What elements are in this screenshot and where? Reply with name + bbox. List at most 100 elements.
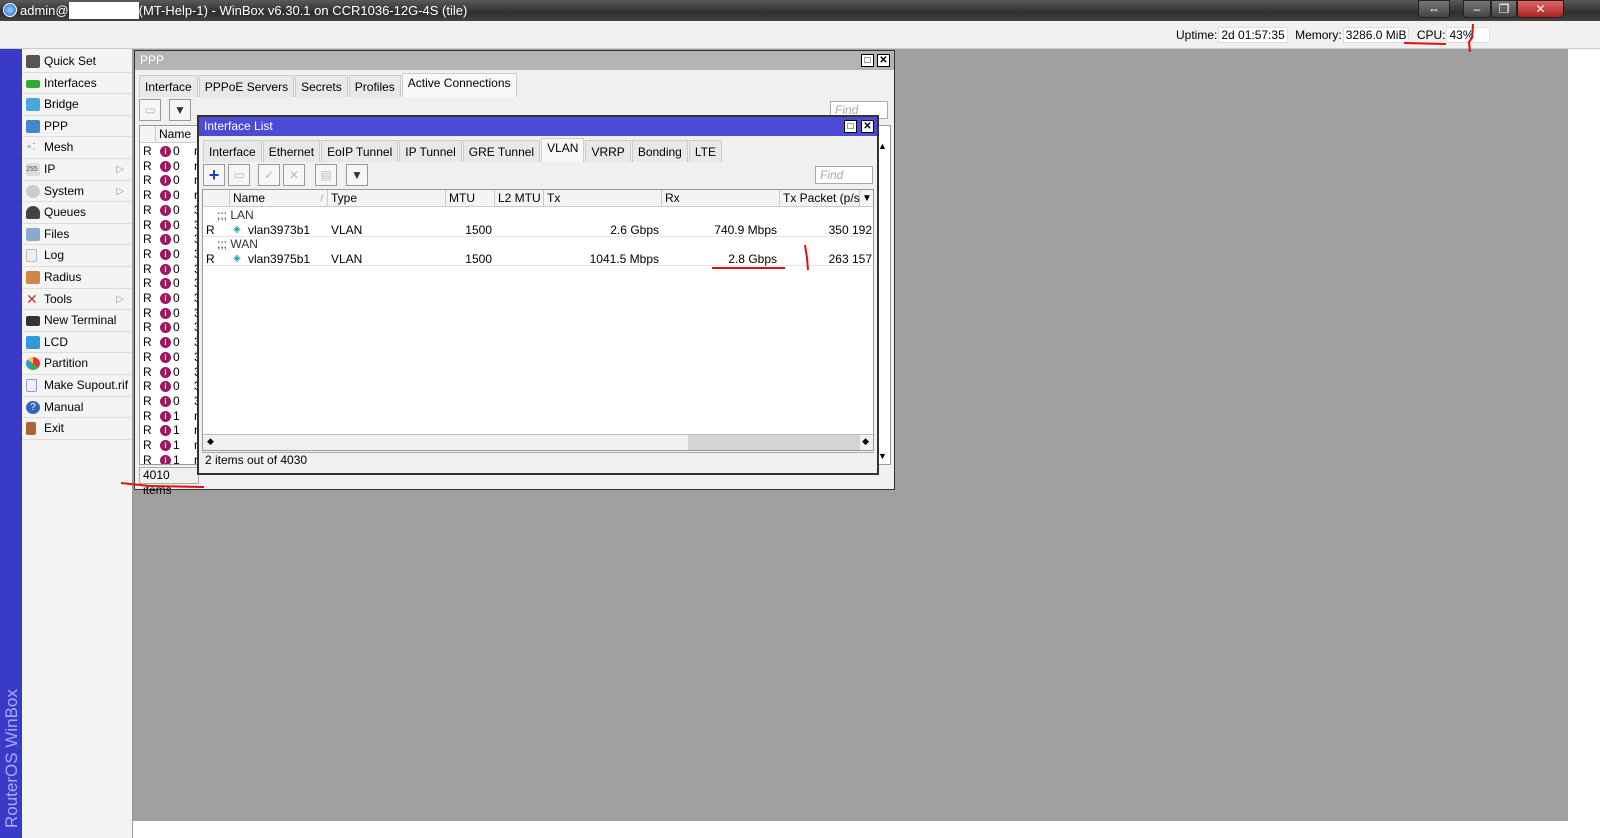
- sidebar-item-ppp[interactable]: PPP: [22, 116, 132, 138]
- sidebar-item-exit[interactable]: Exit: [22, 418, 132, 440]
- scroll-right-icon[interactable]: ◆: [862, 436, 869, 447]
- find-input[interactable]: Find: [815, 166, 873, 184]
- tab-gre-tunnel[interactable]: GRE Tunnel: [462, 140, 541, 162]
- flag: R: [143, 202, 152, 217]
- sidebar-item-label: Exit: [44, 421, 65, 436]
- flag: R: [143, 246, 152, 261]
- ppp-window-title[interactable]: PPP: [135, 51, 894, 70]
- scroll-left-icon[interactable]: ◆: [207, 436, 214, 447]
- column-header-tx-packet[interactable]: Tx Packet (p/s): [780, 190, 864, 207]
- horizontal-scrollbar[interactable]: ◆ ◆: [203, 434, 873, 450]
- tab-secrets[interactable]: Secrets: [295, 75, 348, 97]
- info-icon: i: [160, 146, 171, 157]
- sidebar-item-system[interactable]: System ▷: [22, 181, 132, 203]
- flag: R: [143, 158, 152, 173]
- tab-profiles[interactable]: Profiles: [348, 75, 401, 97]
- sidebar-item-log[interactable]: Log: [22, 245, 132, 267]
- column-header-name[interactable]: Name /: [230, 190, 328, 207]
- scroll-down-icon[interactable]: ▼: [878, 451, 887, 461]
- filter-button[interactable]: ▼: [169, 99, 191, 121]
- sidebar-item-quick-set[interactable]: Quick Set: [22, 51, 132, 73]
- table-row[interactable]: Rvlan3973b1 VLAN 1500 2.6 Gbps 740.9 Mbps 350…: [203, 223, 873, 238]
- sidebar-item-lcd[interactable]: LCD: [22, 332, 132, 354]
- column-header-rx[interactable]: Rx: [662, 190, 780, 207]
- flag: R: [143, 349, 152, 364]
- sidebar-item-make-supout[interactable]: Make Supout.rif: [22, 375, 132, 397]
- sidebar-item-label: PPP: [44, 118, 69, 133]
- memory-value: 3286.0 MiB: [1342, 27, 1410, 43]
- sidebar-item-label: Queues: [44, 205, 87, 220]
- sidebar-item-new-terminal[interactable]: New Terminal: [22, 310, 132, 332]
- scrollbar-thumb[interactable]: [688, 435, 860, 450]
- titlebar-user: admin@: [20, 3, 69, 18]
- sidebar-item-tools[interactable]: ✕ Tools ▷: [22, 289, 132, 311]
- tab-bonding[interactable]: Bonding: [631, 140, 688, 162]
- tab-ethernet[interactable]: Ethernet: [262, 140, 321, 162]
- scroll-up-icon[interactable]: ▲: [878, 141, 887, 151]
- remove-button[interactable]: ▭: [228, 164, 250, 186]
- submenu-arrow-icon: ▷: [116, 185, 124, 197]
- maximize-icon[interactable]: □: [861, 54, 874, 67]
- column-label: Name: [233, 191, 266, 205]
- restore-button[interactable]: ❐: [1491, 0, 1517, 18]
- close-icon[interactable]: ✕: [861, 120, 874, 133]
- tab-active-connections[interactable]: Active Connections: [401, 73, 517, 97]
- comment-button[interactable]: ▤: [315, 164, 337, 186]
- info-icon: i: [160, 307, 171, 319]
- enable-button[interactable]: ✓: [258, 164, 280, 186]
- name: 1: [173, 408, 180, 423]
- tab-ip-tunnel[interactable]: IP Tunnel: [399, 140, 462, 162]
- sidebar-item-mesh[interactable]: ∘⁚ Mesh: [22, 137, 132, 159]
- sidebar-item-radius[interactable]: Radius: [22, 267, 132, 289]
- info-icon: i: [160, 337, 171, 349]
- memory-label: Memory:: [1295, 28, 1342, 42]
- column-header-tx[interactable]: Tx: [544, 190, 662, 207]
- tab-eoip-tunnel[interactable]: EoIP Tunnel: [321, 140, 399, 162]
- interface-list-title[interactable]: Interface List: [199, 117, 877, 136]
- tab-interface[interactable]: Interface: [203, 140, 262, 162]
- sidebar-item-ip[interactable]: 255 IP ▷: [22, 159, 132, 181]
- flag: R: [143, 408, 152, 423]
- sidebar-item-label: Make Supout.rif: [44, 377, 129, 392]
- tile-button[interactable]: ⇔: [1418, 0, 1450, 18]
- sidebar-item-label: System: [44, 183, 85, 198]
- maximize-icon[interactable]: □: [844, 120, 857, 133]
- tab-vrrp[interactable]: VRRP: [585, 140, 631, 162]
- sort-icon: /: [320, 193, 323, 203]
- sidebar-item-label: Quick Set: [44, 54, 97, 68]
- sidebar-item-queues[interactable]: Queues: [22, 202, 132, 224]
- sidebar-item-manual[interactable]: ? Manual: [22, 397, 132, 419]
- tab-pppoe-servers[interactable]: PPPoE Servers: [198, 75, 295, 97]
- name: 0: [173, 291, 180, 305]
- sidebar-item-bridge[interactable]: Bridge: [22, 94, 132, 116]
- flag: R: [143, 173, 152, 188]
- tab-lte[interactable]: LTE: [688, 140, 722, 162]
- column-dropdown-icon[interactable]: ▼: [860, 190, 873, 207]
- column-header-mtu[interactable]: MTU: [446, 190, 495, 207]
- filter-button[interactable]: ▼: [346, 164, 368, 186]
- column-header-l2mtu[interactable]: L2 MTU: [495, 190, 544, 207]
- vlan-icon: ◈: [233, 223, 241, 235]
- name: 0: [173, 188, 180, 203]
- name: 1: [173, 452, 180, 465]
- column-header-type[interactable]: Type: [328, 190, 446, 207]
- table-row[interactable]: Rvlan3975b1 VLAN 1500 1041.5 Mbps 2.8 Gbps 26…: [203, 252, 873, 267]
- sidebar-item-label: Radius: [44, 269, 82, 284]
- sidebar-item-partition[interactable]: Partition: [22, 353, 132, 375]
- comment-row: ;;; LAN: [217, 208, 254, 222]
- remove-button[interactable]: ▭: [139, 99, 161, 121]
- add-button[interactable]: +: [203, 164, 225, 186]
- flag: R: [143, 291, 152, 305]
- flag: R: [143, 232, 152, 247]
- flag: R: [143, 335, 152, 350]
- flag: R: [143, 188, 152, 203]
- tab-interface[interactable]: Interface: [139, 75, 198, 97]
- minimize-button[interactable]: –: [1463, 0, 1491, 18]
- sidebar-item-interfaces[interactable]: Interfaces: [22, 73, 132, 95]
- tab-vlan[interactable]: VLAN: [541, 138, 585, 162]
- close-button[interactable]: ✕: [1517, 0, 1564, 18]
- close-icon[interactable]: ✕: [877, 54, 890, 67]
- disable-button[interactable]: ✕: [283, 164, 305, 186]
- sidebar-item-label: Mesh: [44, 140, 74, 155]
- sidebar-item-files[interactable]: Files: [22, 224, 132, 246]
